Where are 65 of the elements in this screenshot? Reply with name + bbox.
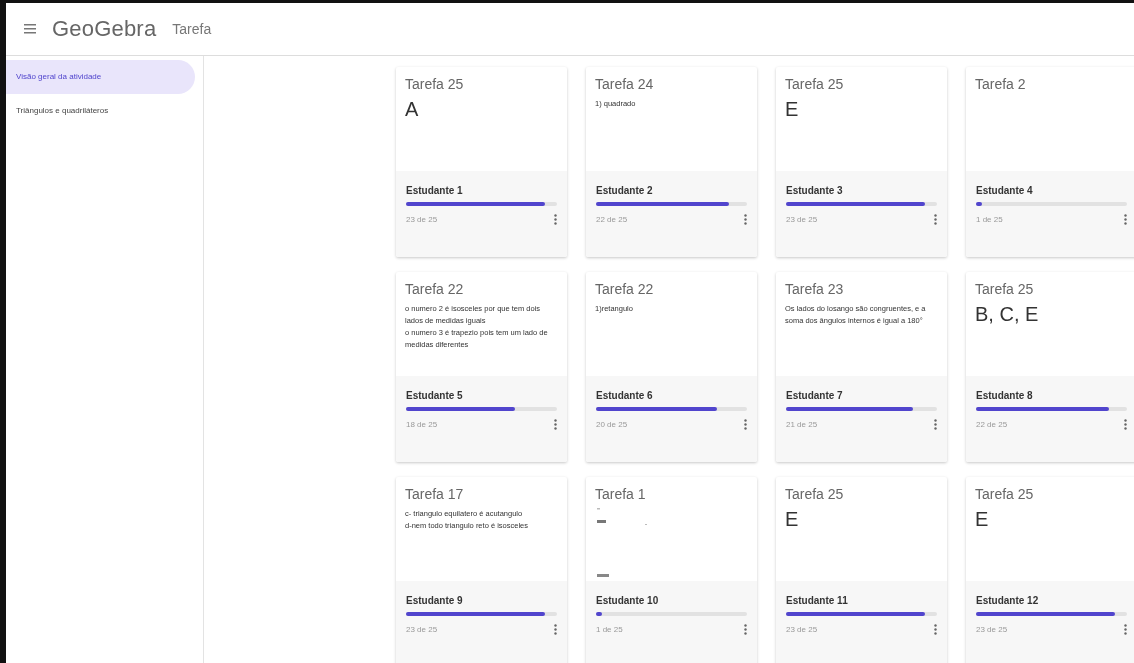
more-options-icon[interactable] — [554, 624, 557, 635]
more-options-icon[interactable] — [744, 214, 747, 225]
task-title: Tarefa 25 — [405, 76, 465, 92]
task-title: Tarefa 25 — [975, 281, 1035, 297]
answer-text: E — [785, 508, 800, 531]
student-card[interactable]: Tarefa 25 A Estudante 1 23 de 25 — [396, 67, 567, 257]
more-options-icon[interactable] — [1124, 624, 1127, 635]
answer-text: E — [975, 508, 990, 531]
answer-text: B, C, E — [975, 303, 1040, 326]
more-options-icon[interactable] — [934, 419, 937, 430]
progress-text: 23 de 25 — [406, 625, 438, 634]
more-options-icon[interactable] — [934, 214, 937, 225]
student-name: Estudante 11 — [786, 595, 849, 606]
page-title: Tarefa — [172, 21, 212, 37]
student-card[interactable]: Tarefa 25 E Estudante 12 23 de 25 — [966, 477, 1134, 663]
student-name: Estudante 8 — [976, 390, 1034, 401]
progress-text: 22 de 25 — [976, 420, 1008, 429]
task-title: Tarefa 2 — [975, 76, 1027, 92]
student-name: Estudante 12 — [976, 595, 1040, 606]
progress-text: 23 de 25 — [786, 215, 818, 224]
student-name: Estudante 9 — [406, 595, 464, 606]
task-title: Tarefa 25 — [785, 76, 845, 92]
task-title: Tarefa 22 — [405, 281, 465, 297]
task-title: Tarefa 22 — [595, 281, 655, 297]
student-card[interactable]: Tarefa 25 B, C, E Estudante 8 22 de 25 — [966, 272, 1134, 462]
task-title: Tarefa 25 — [785, 486, 845, 502]
progress-text: 18 de 25 — [406, 420, 438, 429]
student-card[interactable]: Tarefa 25 E Estudante 11 23 de 25 — [776, 477, 947, 663]
answer-text: E — [785, 98, 800, 121]
student-name: Estudante 4 — [976, 185, 1034, 196]
student-name: Estudante 7 — [786, 390, 844, 401]
progress-text: 23 de 25 — [786, 625, 818, 634]
student-card[interactable]: Tarefa 25 E Estudante 3 23 de 25 — [776, 67, 947, 257]
answer-text: A — [405, 98, 420, 121]
progress-text: 20 de 25 — [596, 420, 628, 429]
student-name: Estudante 3 — [786, 185, 844, 196]
student-card[interactable]: Tarefa 1 Estudante 10 1 de 25 — [586, 477, 757, 663]
more-options-icon[interactable] — [1124, 419, 1127, 430]
task-title: Tarefa 1 — [595, 486, 647, 502]
progress-text: 23 de 25 — [976, 625, 1008, 634]
more-options-icon[interactable] — [554, 419, 557, 430]
sidebar-item[interactable]: Triângulos e quadriláteros — [6, 94, 195, 128]
student-name: Estudante 5 — [406, 390, 464, 401]
student-name: Estudante 10 — [596, 595, 660, 606]
student-name: Estudante 2 — [596, 185, 654, 196]
student-card[interactable]: Tarefa 2 Estudante 4 1 de 25 — [966, 67, 1134, 257]
task-title: Tarefa 23 — [785, 281, 845, 297]
logo: GeoGebra — [52, 16, 157, 42]
progress-text: 21 de 25 — [786, 420, 818, 429]
progress-text: 22 de 25 — [596, 215, 628, 224]
progress-text: 23 de 25 — [406, 215, 438, 224]
more-options-icon[interactable] — [744, 419, 747, 430]
task-title: Tarefa 17 — [405, 486, 465, 502]
sidebar-item[interactable]: Visão geral da atividade — [6, 60, 195, 94]
progress-text: 1 de 25 — [976, 215, 1003, 224]
more-options-icon[interactable] — [934, 624, 937, 635]
more-options-icon[interactable] — [744, 624, 747, 635]
task-title: Tarefa 24 — [595, 76, 655, 92]
menu-icon[interactable] — [24, 24, 36, 34]
more-options-icon[interactable] — [1124, 214, 1127, 225]
more-options-icon[interactable] — [554, 214, 557, 225]
progress-text: 1 de 25 — [596, 625, 623, 634]
student-name: Estudante 6 — [596, 390, 654, 401]
task-title: Tarefa 25 — [975, 486, 1035, 502]
student-name: Estudante 1 — [406, 185, 464, 196]
